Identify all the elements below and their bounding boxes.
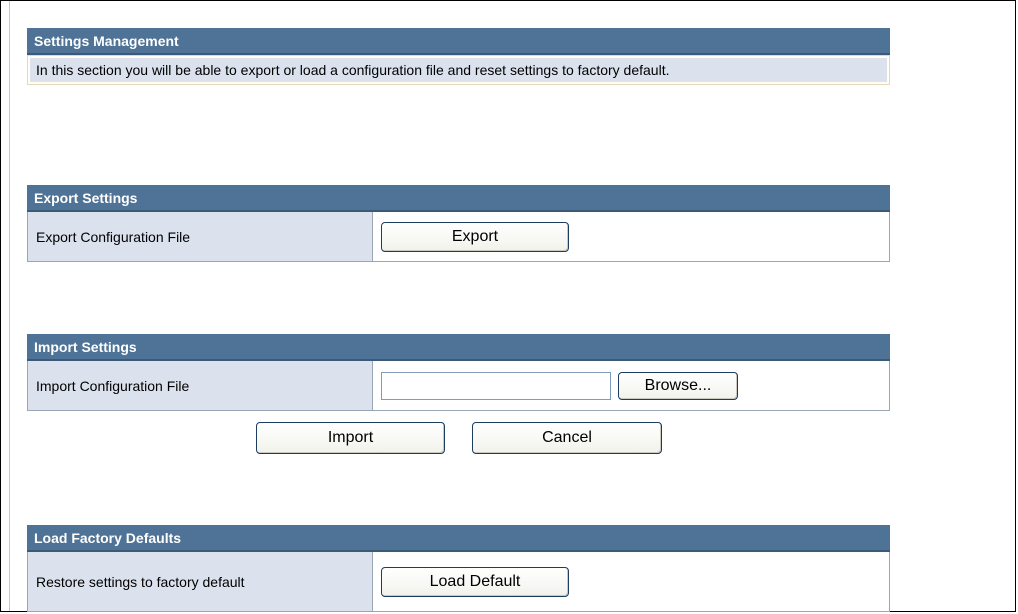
- import-settings-section: Import Settings Import Configuration Fil…: [27, 334, 890, 411]
- description-box: In this section you will be able to expo…: [27, 55, 890, 85]
- settings-management-header: Settings Management: [27, 28, 890, 55]
- factory-label: Restore settings to factory default: [28, 552, 373, 611]
- export-settings-header: Export Settings: [27, 185, 890, 212]
- factory-defaults-section: Load Factory Defaults Restore settings t…: [27, 525, 890, 612]
- load-default-button[interactable]: Load Default: [381, 567, 569, 597]
- browse-button[interactable]: Browse...: [618, 371, 738, 400]
- import-file-field[interactable]: [381, 371, 611, 400]
- export-settings-section: Export Settings Export Configuration Fil…: [27, 185, 890, 262]
- factory-defaults-header: Load Factory Defaults: [27, 525, 890, 552]
- export-row: Export Configuration File Export: [27, 212, 890, 262]
- page-frame: Settings Management In this section you …: [0, 0, 1016, 612]
- import-settings-header: Import Settings: [27, 334, 890, 361]
- import-value-cell: Browse...: [373, 361, 889, 410]
- export-label: Export Configuration File: [28, 212, 373, 261]
- import-row: Import Configuration File Browse...: [27, 361, 890, 411]
- import-button[interactable]: Import: [256, 422, 445, 454]
- export-value-cell: Export: [373, 212, 889, 261]
- import-label: Import Configuration File: [28, 361, 373, 410]
- settings-management-section: Settings Management In this section you …: [27, 28, 890, 85]
- export-button[interactable]: Export: [381, 221, 569, 252]
- cancel-button[interactable]: Cancel: [472, 422, 662, 454]
- factory-value-cell: Load Default: [373, 552, 889, 611]
- left-divider: [9, 1, 10, 611]
- factory-row: Restore settings to factory default Load…: [27, 552, 890, 612]
- section-description: In this section you will be able to expo…: [30, 58, 887, 82]
